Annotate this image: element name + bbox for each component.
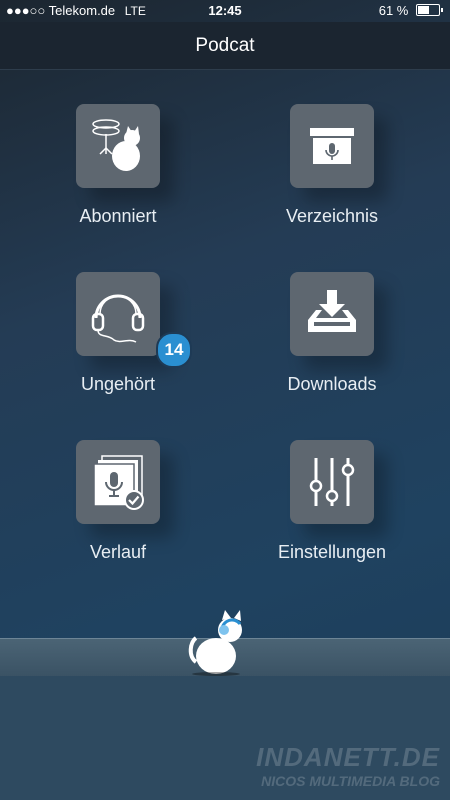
watermark-line2: NICOS MULTIMEDIA BLOG <box>261 773 440 789</box>
history-label: Verlauf <box>89 542 147 562</box>
settings-tile[interactable] <box>290 440 374 524</box>
subscribed-label: Abonniert <box>79 206 157 226</box>
watermark-line1: INDANETT.DE <box>256 742 440 772</box>
menu-item-directory[interactable]: Verzeichnis <box>232 104 432 244</box>
menu-item-history[interactable]: Verlauf <box>18 440 218 580</box>
downloads-tile[interactable] <box>290 272 374 356</box>
directory-label: Verzeichnis <box>285 206 379 226</box>
archive-box-icon <box>310 128 354 164</box>
status-bar: ●●●○○ Telekom.de LTE 12:45 61 % <box>0 0 450 22</box>
menu-item-unplayed[interactable]: 14 Ungehört <box>18 272 218 412</box>
cat-satellite-icon <box>92 119 140 171</box>
unplayed-tile[interactable] <box>76 272 160 356</box>
settings-label: Einstellungen <box>277 542 387 562</box>
downloads-label: Downloads <box>287 374 377 394</box>
history-stack-icon <box>93 455 144 510</box>
cat-mascot-icon <box>188 610 242 676</box>
history-tile[interactable] <box>76 440 160 524</box>
watermark: INDANETT.DE NICOS MULTIMEDIA BLOG <box>256 742 440 789</box>
page-title: Podcat <box>195 35 255 56</box>
subscribed-tile[interactable] <box>76 104 160 188</box>
unplayed-count-badge: 14 <box>156 332 192 368</box>
directory-tile[interactable] <box>290 104 374 188</box>
unplayed-label: Ungehört <box>80 374 156 394</box>
menu-item-subscribed[interactable]: Abonniert <box>18 104 218 244</box>
menu-item-settings[interactable]: Einstellungen <box>232 440 432 580</box>
battery-info: 61 % <box>378 3 443 18</box>
menu-item-downloads[interactable]: Downloads <box>232 272 432 412</box>
headphones-icon <box>91 294 145 343</box>
navigation-bar: Podcat <box>0 22 450 70</box>
battery-icon <box>416 4 443 16</box>
sliders-icon <box>309 458 355 506</box>
battery-percent: 61 % <box>378 3 409 18</box>
download-tray-icon <box>308 290 356 332</box>
